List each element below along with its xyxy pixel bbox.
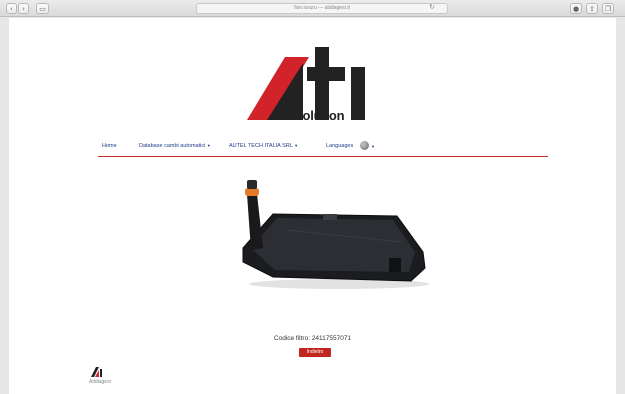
filter-clip bbox=[389, 258, 401, 272]
back-button[interactable]: ‹ bbox=[6, 3, 17, 14]
forward-button[interactable]: › bbox=[18, 3, 29, 14]
footer-logo-shape-c bbox=[100, 369, 102, 377]
nav-autel-label: AUTEL TECH ITALIA SRL bbox=[229, 143, 293, 149]
nav-database[interactable]: Database cambi automatici ▼ bbox=[139, 143, 211, 149]
ati-logo[interactable] bbox=[247, 45, 377, 137]
filter-code: Codice filtro: 24117557071 bbox=[273, 335, 352, 342]
address-bar[interactable]: fion.issuru — atidiagesr.it ↻ bbox=[196, 3, 448, 14]
extension-button[interactable]: ● bbox=[570, 3, 582, 14]
chevron-right-icon: › bbox=[22, 4, 25, 13]
web-page: Evolution Home Database cambi automatici… bbox=[9, 18, 616, 394]
logo-t-bar bbox=[307, 67, 345, 81]
chevron-left-icon: ‹ bbox=[10, 4, 13, 13]
nav-languages-label: Languages bbox=[326, 143, 354, 149]
browser-toolbar: ‹ › ▭ fion.issuru — atidiagesr.it ↻ ● ⇧ … bbox=[0, 0, 625, 17]
nav-database-label: Database cambi automatici bbox=[139, 143, 206, 149]
share-icon: ⇧ bbox=[589, 4, 595, 13]
footer-logo bbox=[91, 367, 102, 377]
tabs-icon: ❐ bbox=[604, 4, 612, 13]
footer-text: Atidiagesr bbox=[89, 379, 112, 385]
logo-subtitle: Evolution bbox=[287, 108, 345, 123]
logo-i-stem bbox=[351, 67, 365, 120]
address-text: fion.issuru — atidiagesr.it bbox=[294, 5, 350, 11]
caret-down-icon: ▼ bbox=[371, 144, 375, 149]
sidebar-icon: ▭ bbox=[39, 4, 46, 13]
reload-icon[interactable]: ↻ bbox=[429, 3, 435, 11]
filter-o-ring bbox=[245, 188, 259, 196]
caret-down-icon: ▼ bbox=[206, 143, 211, 148]
extension-icon: ● bbox=[572, 4, 580, 13]
share-button[interactable]: ⇧ bbox=[586, 3, 598, 14]
sidebar-button[interactable]: ▭ bbox=[36, 3, 49, 14]
nav-home[interactable]: Home bbox=[102, 143, 117, 149]
nav-languages[interactable]: Languages bbox=[326, 143, 353, 149]
nav-autel[interactable]: AUTEL TECH ITALIA SRL ▼ bbox=[229, 143, 298, 149]
caret-down-icon: ▼ bbox=[294, 143, 299, 148]
back-button[interactable]: Indietro bbox=[299, 348, 331, 357]
filter-tab bbox=[323, 214, 337, 220]
globe-icon bbox=[360, 141, 369, 150]
tabs-button[interactable]: ❐ bbox=[602, 3, 614, 14]
filter-pipe-top bbox=[247, 180, 257, 189]
main-nav: Home Database cambi automatici ▼ AUTEL T… bbox=[98, 141, 548, 157]
product-image bbox=[242, 180, 429, 289]
